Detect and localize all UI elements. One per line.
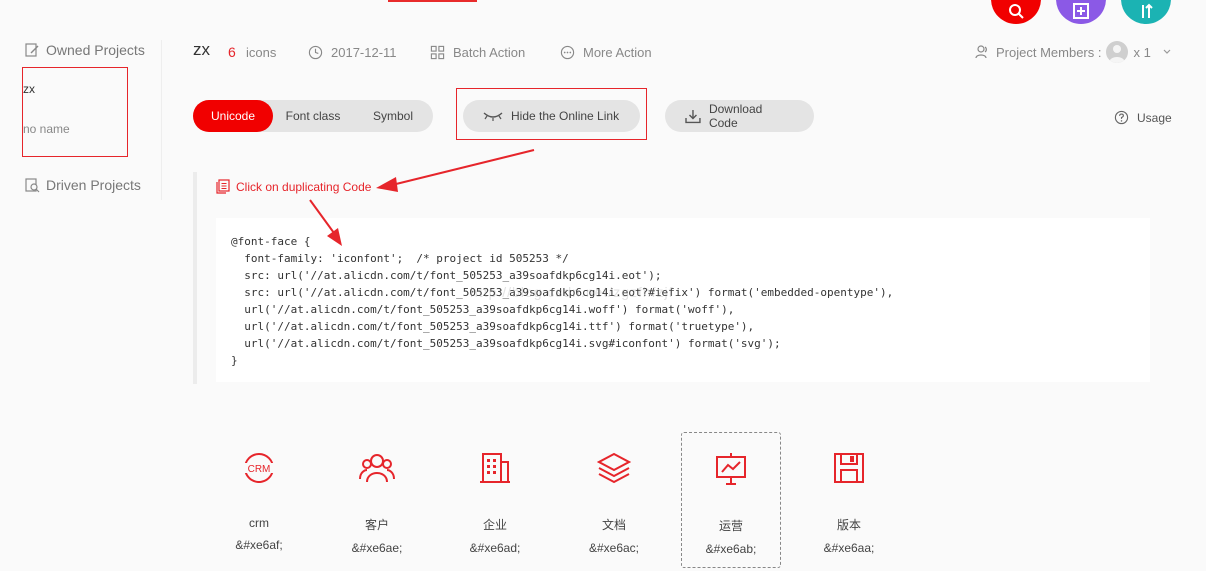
arrow-head-code: [327, 228, 342, 246]
icon-card-customer[interactable]: 客户 &#xe6ae;: [327, 432, 427, 568]
icon-code: &#xe6ac;: [588, 541, 640, 555]
icon-code: &#xe6af;: [235, 538, 283, 552]
icon-name: crm: [249, 516, 269, 530]
save-disk-icon: [831, 450, 867, 486]
icon-name: 文档: [601, 518, 626, 532]
arrow-head-hide-link: [376, 177, 398, 192]
icon-code: &#xe6aa;: [823, 541, 875, 555]
icon-code: &#xe6ae;: [351, 541, 403, 555]
icon-name: 客户: [364, 518, 389, 532]
arrow-line-code: [309, 199, 335, 234]
icon-card-version[interactable]: 版本 &#xe6aa;: [799, 432, 899, 568]
building-icon: [477, 450, 513, 486]
icon-code: &#xe6ab;: [705, 542, 757, 556]
crm-icon: CRM: [241, 450, 277, 486]
icon-name: 企业: [482, 518, 507, 532]
arrow-line-hide-link: [391, 149, 535, 186]
presentation-chart-icon: [713, 451, 749, 487]
layers-icon: [596, 450, 632, 486]
icon-card-operations[interactable]: 运营 &#xe6ab;: [681, 432, 781, 568]
icon-code: &#xe6ad;: [469, 541, 521, 555]
icon-name: 版本: [836, 518, 861, 532]
icon-card-document[interactable]: 文档 &#xe6ac;: [564, 432, 664, 568]
customers-icon: [359, 450, 395, 486]
crm-icon-text: CRM: [248, 464, 271, 475]
icon-name: 运营: [718, 519, 743, 533]
icon-card-crm[interactable]: CRM crm &#xe6af;: [209, 432, 309, 568]
icon-card-enterprise[interactable]: 企业 &#xe6ad;: [445, 432, 545, 568]
